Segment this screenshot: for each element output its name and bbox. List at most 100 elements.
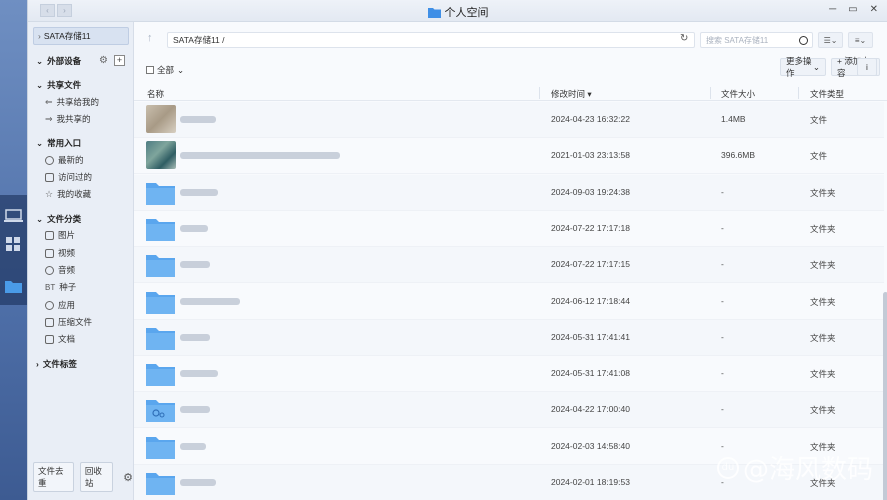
sidebar-item-label: 种子 [59,282,77,292]
sidebar-section-label: 常用入口 [47,138,82,148]
window-title: 个人空间 [28,4,887,20]
chevron-down-icon: ⌄ [812,61,820,72]
checkbox[interactable] [146,66,154,74]
sidebar-item-apps[interactable]: 应用 [45,299,75,311]
table-row[interactable]: 2021-01-03 23:13:58 396.6MB 文件 [134,138,884,175]
column-name[interactable]: 名称 [147,88,164,100]
file-name-redacted [180,479,216,486]
sidebar-item-shared-with-me[interactable]: ⇐ 共享给我的 [45,96,99,108]
file-name-redacted [180,152,340,160]
up-arrow-icon[interactable]: ↑ [147,32,153,44]
file-name-redacted [180,406,210,414]
chevron-down-icon: ⌄ [36,137,44,148]
sidebar-item-my-shared[interactable]: ⇒ 我共享的 [45,113,91,125]
app-icon [45,300,54,310]
sidebar-section-tags[interactable]: › 文件标签 [36,358,77,370]
gear-icon[interactable]: ⚙ [99,55,108,66]
sidebar-item-favorites[interactable]: ☆ 我的收藏 [45,188,91,200]
size-cell: - [721,222,724,233]
table-row[interactable]: 2024-04-23 16:32:22 1.4MB 文件 [134,102,884,138]
file-name-redacted [180,442,206,450]
modified-cell: 2021-01-03 23:13:58 [551,150,630,161]
sidebar-section-external[interactable]: ⌄ 外部设备 [36,55,81,67]
file-manager-window: ‹ › 个人空间 ─ ▭ ✕ › SATA存储11 ⌄ 外部设备 ⚙ + ⌄ 共… [27,0,887,500]
sidebar-item-label: 应用 [58,300,76,310]
sidebar-item-label: 最新的 [58,155,84,165]
column-size[interactable]: 文件大小 [721,88,755,100]
sidebar-item-label: 视频 [58,248,76,258]
sidebar-item-sata[interactable]: › SATA存储11 [33,27,129,45]
chevron-down-icon: ⌄ [177,64,185,75]
modified-cell: 2024-09-03 19:24:38 [551,186,630,197]
table-row[interactable]: 2024-07-22 17:17:15 - 文件夹 [134,247,884,284]
table-row[interactable]: 2024-06-12 17:18:44 - 文件夹 [134,284,884,320]
size-cell: 1.4MB [721,114,746,124]
table-row[interactable]: 2024-04-22 17:00:40 - 文件夹 [134,392,884,429]
sidebar-item-images[interactable]: 图片 [45,229,75,241]
star-icon: ☆ [45,188,54,199]
sidebar-section-shared[interactable]: ⌄ 共享文件 [36,79,81,91]
size-cell: - [721,331,724,342]
window-title-text: 个人空间 [444,7,489,19]
sidebar-item-torrents[interactable]: BT 种子 [45,281,76,293]
folder-icon [146,473,175,495]
bt-icon: BT [45,282,56,292]
image-thumbnail [146,141,176,170]
image-thumbnail [146,105,176,133]
modified-cell: 2024-02-03 14:58:40 [551,440,630,451]
sidebar-section-categories[interactable]: ⌄ 文件分类 [36,213,81,225]
scrollbar[interactable] [883,292,887,500]
action-bar: 全部 ⌄ 更多操作 ⌄ + 添加内容 [134,56,887,80]
select-all-checkbox[interactable]: 全部 ⌄ [146,64,184,76]
path-bar[interactable]: SATA存储11 / [167,32,695,48]
modified-cell: 2024-04-22 17:00:40 [551,404,630,415]
sort-button[interactable]: ≡⌄ [848,32,873,48]
column-modified-label: 修改时间 [551,89,586,99]
desktop-dock [0,0,27,500]
music-icon [45,265,54,275]
sidebar-item-label: 文档 [58,334,76,344]
column-modified[interactable]: 修改时间 ▾ [551,88,592,100]
table-row[interactable]: 2024-05-31 17:41:41 - 文件夹 [134,319,884,356]
type-cell: 文件夹 [810,260,836,271]
close-button[interactable]: ✕ [870,4,878,15]
dedupe-button[interactable]: 文件去重 [33,462,74,492]
refresh-icon[interactable]: ↻ [680,33,688,44]
add-device-button[interactable]: + [114,55,125,66]
more-actions-button[interactable]: 更多操作 ⌄ [780,56,826,78]
settings-gear-icon[interactable]: ⚙ [123,471,133,484]
sidebar-item-audio[interactable]: 音频 [45,264,75,276]
minimize-button[interactable]: ─ [829,4,836,15]
size-cell: - [721,404,724,415]
path-text: SATA存储11 / [173,35,225,45]
sidebar-item-visited[interactable]: 访问过的 [45,171,92,183]
sidebar-item-archives[interactable]: 压缩文件 [45,316,92,328]
sidebar-item-documents[interactable]: 文档 [45,333,75,345]
search-input[interactable]: 搜索 SATA存储11 [700,32,813,48]
device-icon[interactable] [4,208,23,224]
info-button[interactable]: i [857,58,877,76]
type-cell: 文件夹 [810,296,836,307]
size-cell: 396.6MB [721,150,756,161]
sort-icon: ≡⌄ [854,35,867,45]
sidebar-section-label: 文件标签 [42,359,77,369]
folder-icon[interactable] [4,278,23,294]
sidebar: › SATA存储11 ⌄ 外部设备 ⚙ + ⌄ 共享文件 ⇐ 共享给我的 ⇒ 我… [28,22,134,500]
search-icon[interactable] [799,36,808,45]
column-type[interactable]: 文件类型 [810,88,844,100]
folder-icon [146,182,175,205]
size-cell: - [721,259,724,270]
table-row[interactable]: 2024-07-22 17:17:18 - 文件夹 [134,211,884,247]
restore-button[interactable]: ▭ [848,4,857,15]
sort-desc-icon: ▾ [587,89,592,99]
recycle-bin-button[interactable]: 回收站 [79,462,114,492]
table-row[interactable]: 2024-05-31 17:41:08 - 文件夹 [134,356,884,393]
table-row[interactable]: 2024-09-03 19:24:38 - 文件夹 [134,174,884,211]
sidebar-item-latest[interactable]: 最新的 [45,154,84,166]
view-mode-button[interactable]: ☰⌄ [818,32,843,48]
sidebar-item-videos[interactable]: 视频 [45,247,75,259]
apps-grid-icon[interactable] [4,236,23,252]
folder-title-icon [427,7,441,18]
sidebar-section-common[interactable]: ⌄ 常用入口 [36,137,81,149]
type-cell: 文件夹 [810,332,836,343]
